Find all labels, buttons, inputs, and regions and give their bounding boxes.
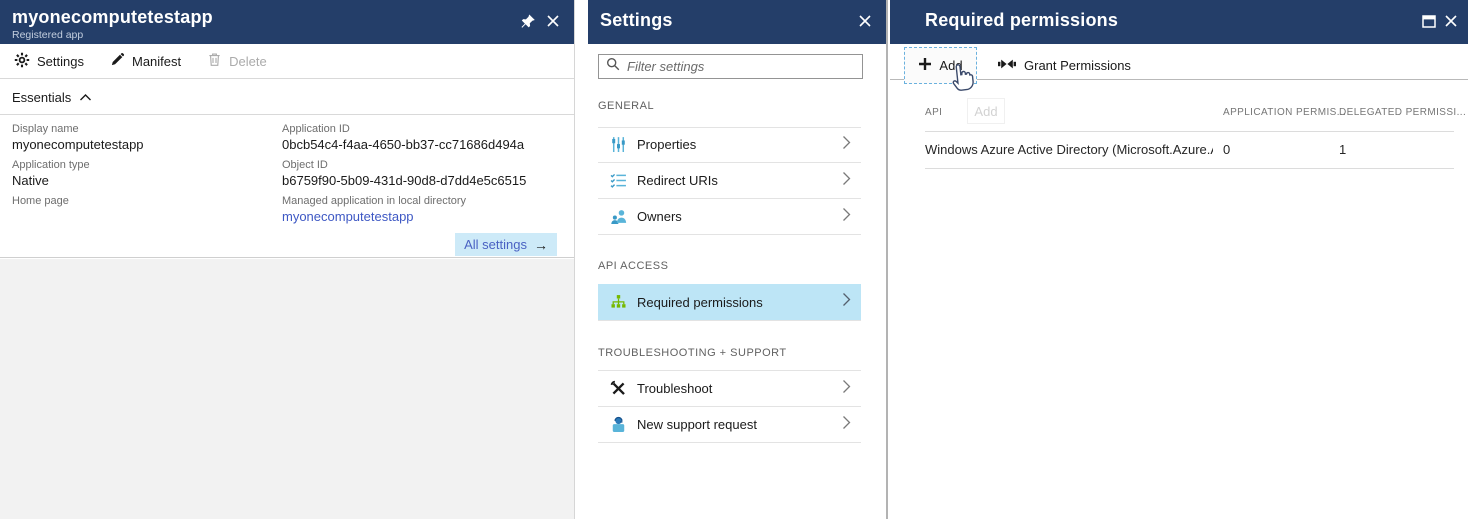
arrow-right-icon: → — [534, 237, 548, 253]
chevron-right-icon — [842, 292, 851, 312]
essentials-field: Display name myonecomputetestapp — [12, 122, 267, 153]
chevron-up-icon — [79, 90, 92, 105]
org-chart-icon — [610, 294, 627, 311]
chevron-right-icon — [842, 207, 851, 227]
filter-settings-input[interactable] — [627, 59, 855, 74]
settings-blade-header: Settings — [588, 0, 886, 44]
manifest-button-label: Manifest — [132, 54, 181, 69]
people-icon — [610, 208, 627, 225]
grant-permissions-button[interactable]: Grant Permissions — [992, 47, 1137, 84]
sidebar-item-new-support-request[interactable]: New support request — [598, 407, 861, 443]
settings-button-label: Settings — [37, 54, 84, 69]
grant-permissions-label: Grant Permissions — [1024, 58, 1131, 73]
settings-blade-title: Settings — [600, 10, 673, 31]
column-header-application-permissions: APPLICATION PERMIS... — [1223, 107, 1346, 118]
app-blade: myonecomputetestapp Registered app Setti… — [0, 0, 575, 519]
essentials-field: Home page — [12, 194, 267, 225]
essentials-label: Essentials — [12, 90, 71, 105]
tools-icon — [610, 380, 627, 397]
manifest-button[interactable]: Manifest — [110, 52, 181, 70]
checklist-icon — [610, 172, 627, 189]
permissions-blade-header: Required permissions — [890, 0, 1468, 44]
row-application-permissions: 0 — [1223, 142, 1230, 157]
column-header-delegated-permissions: DELEGATED PERMISSI... — [1339, 107, 1466, 118]
chevron-right-icon — [842, 171, 851, 191]
essentials-field: Object ID b6759f90-5b09-431d-90d8-d7dd4e… — [282, 158, 562, 189]
chevron-right-icon — [842, 379, 851, 399]
delete-button-label: Delete — [229, 54, 267, 69]
app-blade-title: myonecomputetestapp — [12, 7, 213, 28]
app-blade-header: myonecomputetestapp Registered app — [0, 0, 574, 44]
grant-permissions-icon — [998, 58, 1016, 73]
support-icon — [610, 416, 627, 433]
close-icon[interactable] — [1444, 14, 1460, 30]
row-delegated-permissions: 1 — [1339, 142, 1346, 157]
search-icon — [606, 57, 620, 76]
table-row-divider — [925, 168, 1454, 169]
maximize-icon[interactable] — [1422, 15, 1438, 31]
filter-settings-box — [598, 54, 863, 79]
sidebar-item-troubleshoot[interactable]: Troubleshoot — [598, 370, 861, 407]
essentials-field: Application ID 0bcb54c4-f4aa-4650-bb37-c… — [282, 122, 562, 153]
settings-blade: Settings GENERAL Properties — [588, 0, 888, 519]
gear-icon — [14, 52, 30, 71]
settings-button[interactable]: Settings — [14, 52, 84, 71]
app-blade-empty-area — [0, 259, 574, 519]
trash-icon — [207, 52, 222, 70]
section-label-troubleshooting: TROUBLESHOOTING + SUPPORT — [598, 347, 787, 359]
all-settings-label: All settings — [464, 237, 527, 252]
delete-button[interactable]: Delete — [207, 52, 267, 70]
permissions-blade-title: Required permissions — [925, 10, 1118, 31]
sliders-icon — [610, 136, 627, 153]
essentials-field: Managed application in local directory m… — [282, 194, 562, 225]
essentials-toggle[interactable]: Essentials — [0, 80, 574, 115]
plus-icon — [918, 57, 932, 74]
essentials-panel: Display name myonecomputetestapp Applica… — [0, 115, 574, 258]
sidebar-item-owners[interactable]: Owners — [598, 199, 861, 235]
sidebar-item-properties[interactable]: Properties — [598, 127, 861, 163]
close-icon[interactable] — [546, 14, 562, 30]
hand-cursor — [948, 61, 979, 99]
permissions-blade: Required permissions Add Grant Permissio… — [890, 0, 1468, 519]
section-label-general: GENERAL — [598, 100, 654, 112]
sidebar-item-label: New support request — [637, 417, 842, 432]
sidebar-item-label: Troubleshoot — [637, 381, 842, 396]
sidebar-item-required-permissions[interactable]: Required permissions — [598, 284, 861, 321]
pin-icon[interactable] — [520, 14, 536, 30]
sidebar-item-label: Required permissions — [637, 295, 842, 310]
essentials-field: Application type Native — [12, 158, 267, 189]
sidebar-item-label: Redirect URIs — [637, 173, 842, 188]
close-icon[interactable] — [858, 14, 874, 30]
sidebar-item-redirect-uris[interactable]: Redirect URIs — [598, 163, 861, 199]
app-blade-subtitle: Registered app — [12, 29, 83, 41]
all-settings-button[interactable]: All settings → — [455, 233, 557, 256]
managed-application-link[interactable]: myonecomputetestapp — [282, 208, 562, 225]
sidebar-item-label: Owners — [637, 209, 842, 224]
column-header-api: API — [925, 107, 942, 118]
chevron-right-icon — [842, 415, 851, 435]
add-tooltip: Add — [967, 98, 1005, 124]
section-label-api-access: API ACCESS — [598, 260, 668, 272]
pencil-icon — [110, 52, 125, 70]
row-api-name: Windows Azure Active Directory (Microsof… — [925, 142, 1213, 157]
chevron-right-icon — [842, 135, 851, 155]
sidebar-item-label: Properties — [637, 137, 842, 152]
table-row[interactable]: Windows Azure Active Directory (Microsof… — [890, 132, 1468, 168]
app-toolbar: Settings Manifest Delete — [0, 44, 574, 79]
